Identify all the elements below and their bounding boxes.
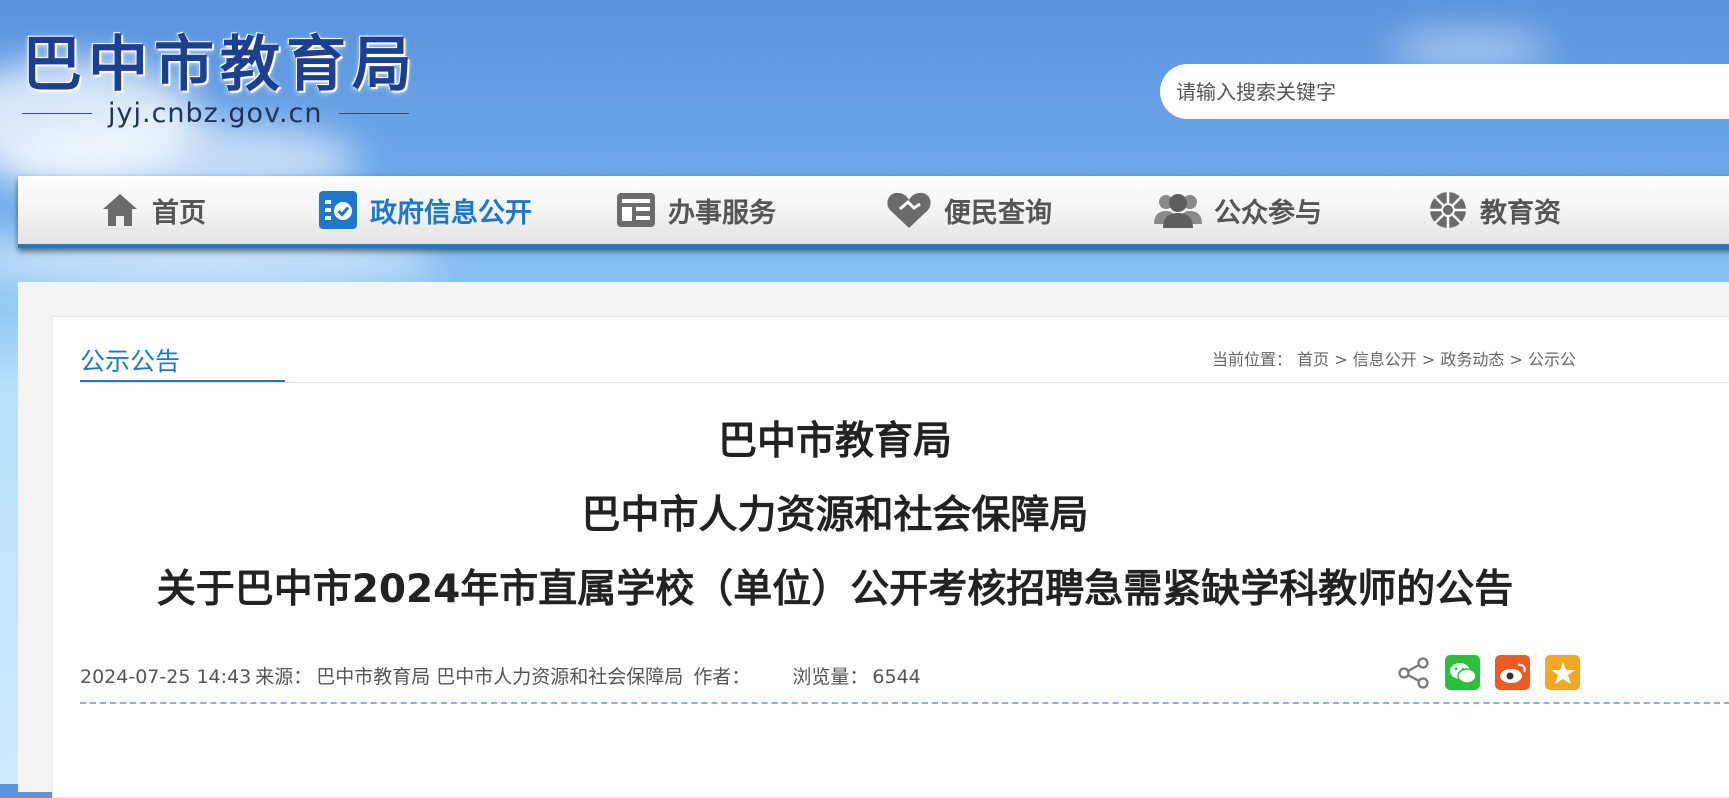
source-value: 巴中市教育局 巴中市人力资源和社会保障局 — [316, 666, 684, 688]
nav-label: 办事服务 — [668, 197, 776, 229]
nav-item-gov-info[interactable]: 政府信息公开 — [318, 176, 532, 244]
breadcrumb-gov-news[interactable]: 政务动态 — [1440, 350, 1504, 369]
breadcrumb-separator: > — [1334, 350, 1348, 369]
nav-label: 政府信息公开 — [370, 197, 532, 229]
divider — [338, 113, 409, 114]
article-meta: 2024-07-25 14:43 来源： 巴中市教育局 巴中市人力资源和社会保障局 … — [80, 662, 925, 689]
breadcrumb-home[interactable]: 首页 — [1297, 350, 1329, 369]
nav-item-services[interactable]: 办事服务 — [616, 176, 776, 244]
heart-icon — [886, 190, 932, 230]
service-icon — [616, 190, 656, 230]
article-title-line-1: 巴中市教育局 — [717, 419, 952, 464]
people-icon — [1154, 190, 1202, 230]
site-logo[interactable]: 巴中市教育局 jyj.cnbz.gov.cn — [22, 30, 418, 129]
article-title-line-2: 巴中市人力资源和社会保障局 — [581, 493, 1089, 538]
source-label: 来源： — [255, 666, 313, 688]
ball-icon — [1428, 190, 1468, 230]
divider — [80, 382, 1729, 383]
breadcrumb-separator: > — [1421, 350, 1436, 369]
home-icon — [100, 190, 140, 230]
nav-label: 便民查询 — [944, 197, 1052, 229]
nav-label: 教育资 — [1480, 197, 1561, 229]
search-box — [1160, 64, 1729, 119]
breadcrumb-prefix: 当前位置： — [1212, 350, 1293, 369]
nav-label: 首页 — [152, 197, 206, 229]
qzone-icon[interactable] — [1545, 655, 1580, 690]
breadcrumb-separator: > — [1509, 350, 1523, 369]
nav-item-home[interactable]: 首页 — [100, 176, 206, 244]
divider — [22, 113, 92, 114]
nav-item-education-resources[interactable]: 教育资 — [1428, 176, 1561, 244]
main-nav: 首页 政府信息公开 办事服务 便民查询 公众参与 教育资 — [18, 176, 1729, 248]
share-icon[interactable] — [1396, 655, 1431, 690]
nav-label: 公众参与 — [1214, 197, 1322, 229]
site-title: 巴中市教育局 — [22, 30, 418, 100]
article-title-line-3: 关于巴中市2024年市直属学校（单位）公开考核招聘急需紧缺学科教师的公告 — [156, 567, 1514, 612]
wechat-icon[interactable] — [1445, 655, 1480, 690]
breadcrumb: 当前位置： 首页 > 信息公开 > 政务动态 > 公示公 — [1212, 346, 1576, 370]
nav-item-participation[interactable]: 公众参与 — [1154, 176, 1322, 244]
column-title: 公示公告 — [80, 347, 181, 376]
weibo-icon[interactable] — [1495, 655, 1530, 690]
checklist-icon — [318, 190, 358, 230]
breadcrumb-announcements[interactable]: 公示公 — [1528, 350, 1576, 369]
views-count: 6544 — [872, 666, 921, 688]
article-card — [52, 316, 1729, 798]
site-domain: jyj.cnbz.gov.cn — [108, 98, 323, 129]
search-input[interactable] — [1174, 78, 1598, 105]
nav-item-inquiry[interactable]: 便民查询 — [886, 176, 1052, 244]
breadcrumb-info-public[interactable]: 信息公开 — [1353, 350, 1417, 369]
publish-datetime: 2024-07-25 14:43 — [80, 666, 252, 688]
site-domain-row: jyj.cnbz.gov.cn — [22, 98, 418, 129]
meta-divider — [80, 702, 1729, 704]
author-label: 作者： — [693, 666, 751, 688]
views-label: 浏览量： — [792, 666, 869, 688]
